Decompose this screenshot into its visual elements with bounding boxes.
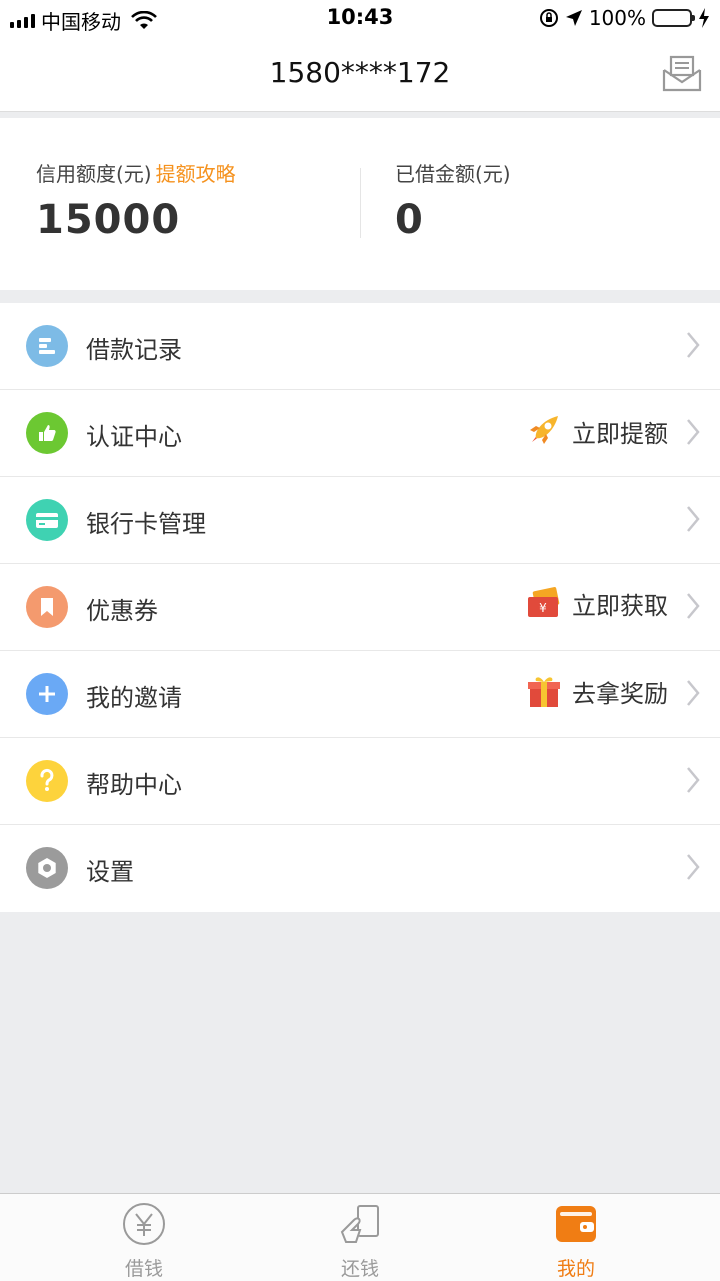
chevron-right-icon [686,679,700,711]
credit-limit-block: 信用额度(元) 提额攻略 15000 [36,158,236,243]
chevron-right-icon [686,505,700,537]
status-bar: 中国移动 10:43 100% [0,0,720,36]
menu-item-label: 借款记录 [86,336,182,364]
coupon-icon: ¥ [528,586,560,617]
gear-icon [26,847,68,889]
divider [360,168,361,238]
battery-icon [652,9,695,27]
message-button[interactable] [662,54,702,96]
menu-item-help-center[interactable]: 帮助中心 [0,738,720,825]
bookmark-icon [26,586,68,628]
raise-limit-now-text: 立即提额 [572,419,668,448]
borrowed-amount-value: 0 [395,197,424,243]
page-title: 1580****172 [269,56,451,89]
menu-item-my-invitations[interactable]: 我的邀请 去拿奖励 [0,651,720,738]
tab-label: 借钱 [124,1258,163,1280]
chevron-right-icon [686,853,700,885]
menu-item-label: 银行卡管理 [86,510,206,538]
question-icon [26,760,68,802]
tab-mine[interactable]: 我的 [516,1202,636,1281]
tab-repay[interactable]: 还钱 [300,1202,420,1281]
menu-item-loan-records[interactable]: 借款记录 [0,303,720,390]
plus-icon [26,673,68,715]
mail-icon [662,55,702,92]
menu-item-label: 帮助中心 [86,771,182,799]
nav-bar: 1580****172 [0,36,720,112]
chevron-right-icon [686,418,700,450]
raise-limit-guide-link[interactable]: 提额攻略 [156,162,236,186]
tab-label: 还钱 [340,1258,379,1280]
menu-item-label: 认证中心 [86,423,182,451]
menu-item-label: 我的邀请 [86,684,182,712]
menu-item-coupons[interactable]: 优惠券 ¥ 立即获取 [0,564,720,651]
battery-percent: 100% [588,6,646,30]
tab-bar: 借钱 还钱 我的 [0,1193,720,1281]
tab-label: 我的 [556,1258,595,1280]
chevron-right-icon [686,331,700,363]
get-reward-text: 去拿奖励 [572,679,668,708]
rotation-lock-icon [539,9,558,27]
borrowed-amount-block: 已借金额(元) 0 [395,158,511,243]
rocket-icon [530,416,558,444]
location-icon [565,10,582,26]
menu-item-label: 设置 [86,858,134,886]
chevron-right-icon [686,766,700,798]
bank-card-icon [26,499,68,541]
yen-icon [123,1203,165,1245]
tab-borrow[interactable]: 借钱 [84,1202,204,1281]
thumbs-up-icon [26,412,68,454]
get-now-text: 立即获取 [572,592,668,620]
menu-item-verification-center[interactable]: 认证中心 立即提额 [0,390,720,477]
credit-limit-value: 15000 [36,197,181,243]
wallet-icon [556,1206,596,1242]
loan-record-icon [26,325,68,367]
credit-limit-label: 信用额度(元) [36,162,152,186]
svg-text:¥: ¥ [539,601,547,615]
menu-item-settings[interactable]: 设置 [0,825,720,912]
credit-summary: 信用额度(元) 提额攻略 15000 已借金额(元) 0 [0,118,720,290]
chevron-right-icon [686,592,700,624]
menu-item-label: 优惠券 [86,597,158,625]
menu-item-bank-card-management[interactable]: 银行卡管理 [0,477,720,564]
borrowed-amount-label: 已借金额(元) [395,162,511,186]
menu-list: 借款记录 认证中心 立即提额 银行卡管理 优惠券 ¥ 立即获取 我的邀请 去拿奖… [0,303,720,912]
charging-icon [699,8,709,28]
repay-icon [340,1205,379,1243]
gift-icon [528,677,560,707]
